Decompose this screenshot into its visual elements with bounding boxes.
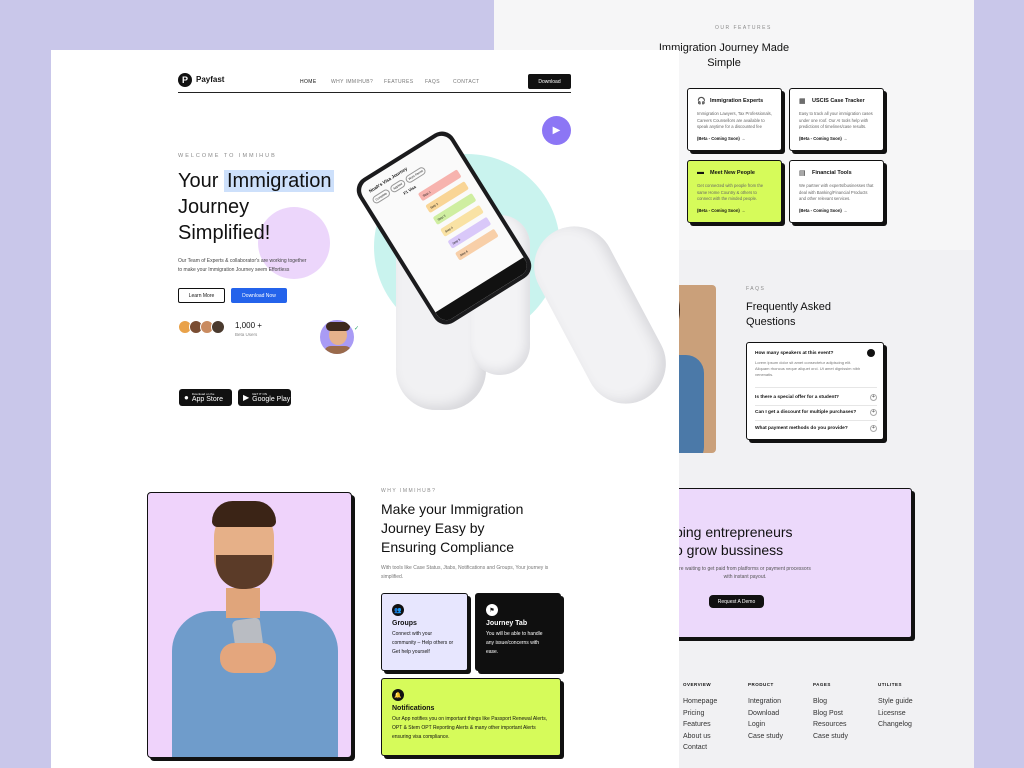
nav-features[interactable]: FEATURES bbox=[384, 79, 414, 85]
notifications-card[interactable]: 🔔 Notifications Our App notifies you on … bbox=[381, 678, 561, 756]
footer-link[interactable]: Contact bbox=[683, 744, 717, 751]
plus-icon: + bbox=[870, 425, 877, 432]
collapse-icon[interactable] bbox=[867, 349, 875, 357]
google-play-badge[interactable]: ▶ GET IT ON Google Play bbox=[238, 389, 291, 406]
avatar bbox=[211, 320, 225, 334]
footer-link[interactable]: Style guide bbox=[878, 698, 913, 705]
cta-title: ping entrepreneurs o grow bussiness bbox=[675, 524, 793, 558]
footer-link[interactable]: Changelog bbox=[878, 721, 913, 728]
beta-users-count: 1,000 + bbox=[235, 321, 262, 330]
cta-desc: re waiting to get paid from platforms or… bbox=[679, 566, 811, 580]
faq-title: Frequently Asked Questions bbox=[746, 301, 831, 328]
footer-link[interactable]: About us bbox=[683, 733, 717, 740]
header-divider bbox=[178, 92, 571, 93]
feature-badge[interactable]: (Beta - Coming Soon) → bbox=[799, 208, 874, 213]
features-eyebrow: OUR FEATURES bbox=[715, 25, 772, 31]
logo-icon[interactable]: P bbox=[178, 73, 192, 87]
document-icon: ▤ bbox=[799, 170, 806, 177]
plus-icon: + bbox=[870, 394, 877, 401]
play-video-icon[interactable]: ▶ bbox=[542, 116, 571, 145]
learn-more-button[interactable]: Learn More bbox=[178, 288, 225, 303]
footer-link[interactable]: Case study bbox=[813, 733, 848, 740]
footer-link[interactable]: Download bbox=[748, 710, 783, 717]
plus-icon: + bbox=[870, 409, 877, 416]
nav-contact[interactable]: CONTACT bbox=[453, 79, 480, 85]
footer-link[interactable]: Login bbox=[748, 721, 783, 728]
cta-banner: ping entrepreneurs o grow bussiness re w… bbox=[664, 488, 912, 638]
why-eyebrow: WHY IMMIHUB? bbox=[381, 488, 437, 494]
app-store-badge[interactable]: ● Download on the App Store bbox=[179, 389, 232, 406]
faq-open-answer: Lorem ipsum dolor sit amet consectetur a… bbox=[755, 360, 861, 377]
download-nav-button[interactable]: Download bbox=[528, 74, 571, 89]
download-now-button[interactable]: Download Now bbox=[231, 288, 287, 303]
hero-desc: Our Team of Experts & collaborator's are… bbox=[178, 258, 307, 273]
footer-link[interactable]: Blog Post bbox=[813, 710, 848, 717]
footer-col-utilities: UTILITES Style guide Licesnse Changelog bbox=[878, 682, 913, 728]
feature-card-experts[interactable]: 🎧 Immigration Experts Immigration Lawyer… bbox=[687, 88, 782, 151]
footer-col-overview: OVERVIEW Homepage Pricing Features About… bbox=[683, 682, 718, 751]
hero-title: Your Immigration Journey Simplified! bbox=[178, 168, 335, 246]
footer-col-pages: PAGES Blog Blog Post Resources Case stud… bbox=[813, 682, 849, 740]
journey-tab-card[interactable]: ⚑ Journey Tab You will be able to handle… bbox=[475, 593, 561, 671]
flag-icon: ⚑ bbox=[486, 604, 498, 616]
faq-eyebrow: FAQS bbox=[746, 286, 766, 292]
faq-item[interactable]: Is there a special offer for a student? + bbox=[755, 394, 877, 401]
request-demo-button[interactable]: Request A Demo bbox=[709, 595, 764, 608]
footer-link[interactable]: Case study bbox=[748, 733, 783, 740]
footer-link[interactable]: Resources bbox=[813, 721, 848, 728]
footer-link[interactable]: Features bbox=[683, 721, 717, 728]
nav-why[interactable]: WHY IMMIHUB? bbox=[331, 79, 373, 85]
feature-card-financial[interactable]: ▤ Financial Tools We partner with expert… bbox=[789, 160, 884, 223]
feature-card-tracker[interactable]: ▦ USCIS Case Tracker Easy to track all y… bbox=[789, 88, 884, 151]
feature-badge[interactable]: (Beta - Coming Soon) → bbox=[697, 208, 772, 213]
hero-highlight: Immigration bbox=[223, 170, 335, 192]
faq-open-question[interactable]: How many speakers at this event? bbox=[755, 351, 877, 356]
headphones-icon: 🎧 bbox=[697, 98, 706, 105]
check-icon: ✓ bbox=[353, 326, 360, 333]
brand-name[interactable]: Payfast bbox=[196, 75, 224, 84]
footer-link[interactable]: Integration bbox=[748, 698, 783, 705]
footer-link[interactable]: Homepage bbox=[683, 698, 717, 705]
people-icon: ▬ bbox=[697, 169, 704, 176]
play-store-icon: ▶ bbox=[243, 393, 250, 402]
why-desc: With tools like Case Status, Jtabs, Noti… bbox=[381, 565, 549, 580]
avatar bbox=[319, 319, 355, 355]
landing-page: P Payfast Download bbox=[51, 50, 679, 768]
beta-avatars bbox=[178, 320, 225, 334]
faq-item[interactable]: What payment methods do you provide? + bbox=[755, 425, 877, 432]
beta-users-label: Beta Users bbox=[235, 332, 258, 337]
faq-accordion: How many speakers at this event? Lorem i… bbox=[746, 342, 884, 440]
why-photo bbox=[147, 492, 352, 758]
bell-icon: 🔔 bbox=[392, 689, 404, 701]
why-title: Make your Immigration Journey Easy by Ensu… bbox=[381, 501, 524, 555]
footer-link[interactable]: Licesnse bbox=[878, 710, 913, 717]
feature-card-people[interactable]: ▬ Meet New People Get connected with peo… bbox=[687, 160, 782, 223]
group-icon: 👥 bbox=[392, 604, 404, 616]
tracker-icon: ▦ bbox=[799, 98, 806, 105]
hero-eyebrow: WELCOME TO IMMIHUB bbox=[178, 153, 277, 159]
nav-faqs[interactable]: FAQS bbox=[425, 79, 440, 85]
footer-col-product: PRODUCT Integration Download Login Case … bbox=[748, 682, 784, 740]
feature-badge[interactable]: (Beta - Coming Soon) → bbox=[697, 136, 772, 141]
apple-icon: ● bbox=[184, 393, 189, 402]
faq-item[interactable]: Can I get a discount for multiple purcha… bbox=[755, 409, 877, 416]
footer-link[interactable]: Pricing bbox=[683, 710, 717, 717]
groups-card[interactable]: 👥 Groups Connect with your community – H… bbox=[381, 593, 468, 671]
nav-home[interactable]: HOME bbox=[300, 79, 317, 85]
footer-link[interactable]: Blog bbox=[813, 698, 848, 705]
feature-badge[interactable]: (Beta - Coming Soon) → bbox=[799, 136, 874, 141]
